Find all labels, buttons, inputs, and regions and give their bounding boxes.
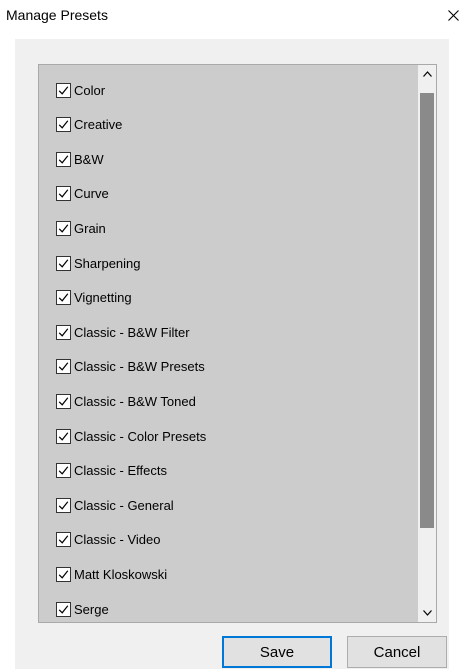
preset-item[interactable]: Serge bbox=[56, 598, 109, 620]
save-button[interactable]: Save bbox=[222, 636, 332, 668]
checkmark-icon bbox=[58, 431, 69, 441]
preset-checkbox[interactable] bbox=[56, 428, 71, 444]
preset-label: Classic - Effects bbox=[74, 463, 167, 479]
dialog-body: Color Creative B&W Curve Grain Sharpening Vign… bbox=[15, 39, 449, 669]
preset-checkbox[interactable] bbox=[56, 82, 71, 98]
preset-label: Creative bbox=[74, 117, 123, 133]
preset-item[interactable]: Classic - Effects bbox=[56, 460, 167, 482]
checkmark-icon bbox=[58, 85, 69, 95]
preset-checkbox[interactable] bbox=[56, 324, 71, 340]
preset-label: Color bbox=[74, 82, 106, 98]
checkmark-icon bbox=[58, 189, 69, 198]
checkmark-icon bbox=[58, 604, 69, 614]
preset-label: Vignetting bbox=[74, 290, 132, 306]
preset-label: Classic - Color Presets bbox=[74, 428, 207, 444]
checkmark-icon bbox=[58, 258, 69, 268]
preset-checkbox[interactable] bbox=[56, 359, 71, 375]
checkmark-icon bbox=[58, 120, 69, 129]
close-button[interactable] bbox=[442, 2, 464, 28]
preset-item[interactable]: Classic - Video bbox=[56, 529, 160, 551]
checkmark-icon bbox=[58, 293, 69, 302]
checkmark-icon bbox=[58, 328, 69, 337]
preset-item[interactable]: Classic - General bbox=[56, 494, 174, 516]
checkmark-icon bbox=[58, 501, 69, 510]
checkmark-icon bbox=[58, 362, 69, 371]
preset-checkbox[interactable] bbox=[56, 290, 71, 306]
preset-checkbox[interactable] bbox=[56, 255, 71, 271]
preset-label: Classic - B&W Filter bbox=[74, 324, 190, 340]
checkmark-icon bbox=[58, 466, 69, 475]
cancel-button[interactable]: Cancel bbox=[347, 636, 447, 668]
checkmark-icon bbox=[58, 535, 69, 544]
preset-label: Classic - B&W Toned bbox=[74, 393, 196, 409]
preset-checkbox[interactable] bbox=[56, 220, 71, 236]
preset-checkbox[interactable] bbox=[56, 393, 71, 409]
preset-label: Curve bbox=[74, 186, 109, 202]
preset-item[interactable]: Grain bbox=[56, 217, 106, 239]
preset-checkbox[interactable] bbox=[56, 497, 71, 513]
scroll-down-button[interactable] bbox=[418, 604, 436, 622]
checkmark-icon bbox=[58, 570, 69, 579]
preset-label: Classic - Video bbox=[74, 532, 161, 548]
checkmark-icon bbox=[58, 155, 69, 164]
preset-checkbox[interactable] bbox=[56, 186, 71, 202]
checkmark-icon bbox=[58, 397, 69, 406]
preset-checkbox[interactable] bbox=[56, 566, 71, 582]
preset-item[interactable]: Classic - Color Presets bbox=[56, 425, 206, 447]
chevron-down-icon bbox=[422, 610, 432, 616]
preset-label: Classic - B&W Presets bbox=[74, 359, 205, 375]
dialog-title: Manage Presets bbox=[6, 7, 108, 23]
preset-label: Sharpening bbox=[74, 255, 141, 271]
preset-item[interactable]: Creative bbox=[56, 114, 122, 136]
preset-item[interactable]: Color bbox=[56, 79, 105, 101]
checkmark-icon bbox=[58, 224, 69, 233]
close-icon bbox=[447, 9, 459, 21]
preset-checkbox[interactable] bbox=[56, 532, 71, 548]
scroll-up-button[interactable] bbox=[418, 65, 436, 83]
preset-item[interactable]: Sharpening bbox=[56, 252, 141, 274]
manage-presets-dialog: Manage Presets Color Creative B&W Curve Grai… bbox=[0, 0, 464, 669]
preset-checkbox[interactable] bbox=[56, 463, 71, 479]
chevron-up-icon bbox=[422, 71, 432, 77]
preset-checkbox[interactable] bbox=[56, 117, 71, 133]
preset-checkbox[interactable] bbox=[56, 601, 71, 617]
preset-item[interactable]: B&W bbox=[56, 148, 104, 170]
presets-list: Color Creative B&W Curve Grain Sharpening Vign… bbox=[39, 65, 419, 622]
preset-checkbox[interactable] bbox=[56, 151, 71, 167]
preset-item[interactable]: Matt Kloskowski bbox=[56, 563, 167, 585]
preset-label: Grain bbox=[74, 220, 106, 236]
preset-item[interactable]: Curve bbox=[56, 183, 109, 205]
preset-item[interactable]: Classic - B&W Filter bbox=[56, 321, 190, 343]
preset-label: Serge bbox=[74, 601, 109, 617]
preset-label: Classic - General bbox=[74, 497, 174, 513]
preset-item[interactable]: Classic - B&W Toned bbox=[56, 390, 196, 412]
preset-item[interactable]: Vignetting bbox=[56, 287, 132, 309]
presets-listbox[interactable]: Color Creative B&W Curve Grain Sharpening Vign… bbox=[38, 64, 437, 623]
preset-label: Matt Kloskowski bbox=[74, 566, 168, 582]
preset-label: B&W bbox=[74, 151, 104, 167]
scroll-thumb[interactable] bbox=[420, 93, 434, 528]
title-bar: Manage Presets bbox=[0, 0, 464, 34]
vertical-scrollbar[interactable] bbox=[418, 65, 436, 622]
preset-item[interactable]: Classic - B&W Presets bbox=[56, 356, 205, 378]
